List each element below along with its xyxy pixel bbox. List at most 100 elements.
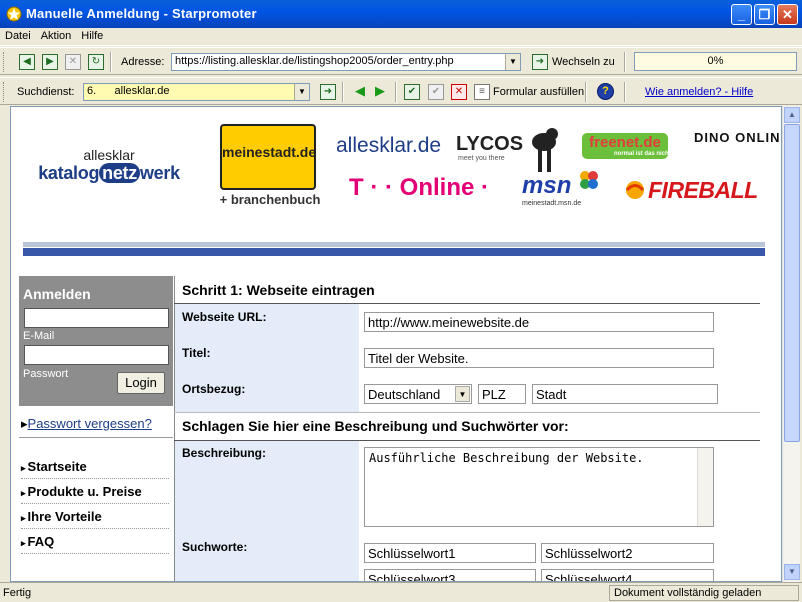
- back-icon[interactable]: ◀: [19, 54, 35, 70]
- title-label: Titel:: [182, 346, 211, 360]
- previous-arrow-icon[interactable]: ◀: [352, 84, 368, 100]
- web-content: allesklar katalog netz werk meinestadt.de …: [10, 106, 782, 582]
- window-title: Manuelle Anmeldung - Starpromoter: [26, 6, 257, 21]
- separator: [624, 52, 626, 72]
- email-input[interactable]: [24, 308, 169, 328]
- check-form-disabled-icon[interactable]: ✔: [428, 84, 444, 100]
- katalognetzwerk-logo[interactable]: allesklar katalog netz werk: [34, 147, 184, 184]
- menu-bar: Datei Aktion Hilfe: [0, 28, 802, 46]
- label-column: [175, 441, 359, 581]
- keyword-input-1[interactable]: Schlüsselwort1: [364, 543, 536, 563]
- nav-ihre-vorteile[interactable]: Ihre Vorteile: [21, 509, 169, 529]
- help-icon[interactable]: ?: [597, 83, 614, 100]
- next-arrow-icon[interactable]: ▶: [372, 84, 388, 100]
- description-textarea[interactable]: Ausführliche Beschreibung der Website.: [364, 447, 714, 527]
- entry-form: Schritt 1: Webseite eintragen Webseite U…: [174, 276, 760, 581]
- chevron-down-icon[interactable]: ▼: [455, 386, 470, 402]
- branchenbuch-label: + branchenbuch: [219, 192, 321, 207]
- scroll-up-icon[interactable]: ▲: [784, 107, 800, 123]
- nav-faq[interactable]: FAQ: [21, 534, 169, 554]
- app-star-icon: [6, 6, 22, 22]
- fireball-logo[interactable]: FIREBALL: [648, 177, 758, 204]
- separator: [110, 52, 112, 72]
- freenet-text: freenet.de: [589, 134, 661, 151]
- maximize-button[interactable]: ❐: [754, 4, 775, 25]
- address-value: https://listing.allesklar.de/listingshop…: [175, 55, 454, 67]
- switch-to-button[interactable]: Wechseln zu: [552, 56, 615, 68]
- katalog-text: katalog: [38, 163, 100, 183]
- separator: [395, 82, 397, 102]
- fill-form-icon[interactable]: ≡: [474, 84, 490, 100]
- netz-text: netz: [99, 163, 140, 183]
- address-label: Adresse:: [121, 56, 165, 68]
- menu-hilfe[interactable]: Hilfe: [76, 29, 108, 43]
- chevron-down-icon[interactable]: ▼: [505, 54, 520, 70]
- stop-icon[interactable]: ✕: [65, 54, 81, 70]
- separator: [585, 82, 587, 102]
- t-online-text: T · · Online ·: [349, 174, 489, 201]
- password-input[interactable]: [24, 345, 169, 365]
- nav-produkte-preise[interactable]: Produkte u. Preise: [21, 484, 169, 504]
- scroll-thumb[interactable]: [784, 124, 800, 442]
- login-button[interactable]: Login: [117, 372, 165, 394]
- plz-input[interactable]: PLZ: [478, 384, 526, 404]
- status-bar: Fertig Dokument vollständig geladen: [0, 582, 802, 602]
- lycos-dog-icon: [532, 128, 558, 172]
- refresh-icon[interactable]: ↻: [88, 54, 104, 70]
- keywords-label: Suchworte:: [182, 540, 248, 554]
- freenet-tagline: normal ist das nicht!: [614, 151, 673, 157]
- meinestadt-logo[interactable]: meinestadt.de: [220, 124, 316, 190]
- werk-text: werk: [139, 163, 180, 183]
- keyword-input-4[interactable]: Schlüsselwort4: [541, 569, 714, 581]
- clear-form-icon[interactable]: ✕: [451, 84, 467, 100]
- address-input[interactable]: https://listing.allesklar.de/listingshop…: [171, 53, 521, 71]
- msn-butterfly-icon: [580, 171, 598, 189]
- textarea-scrollbar[interactable]: [697, 448, 713, 526]
- lycos-logo[interactable]: LYCOS: [456, 133, 523, 156]
- dino-online-logo[interactable]: DINO ONLINE: [694, 131, 781, 144]
- search-service-select[interactable]: 6. allesklar.de ▼: [83, 83, 310, 101]
- menu-aktion[interactable]: Aktion: [36, 29, 77, 43]
- fill-form-button[interactable]: Formular ausfüllen: [493, 86, 584, 98]
- scroll-down-icon[interactable]: ▼: [784, 564, 800, 580]
- login-title: Anmelden: [23, 286, 91, 302]
- url-input[interactable]: http://www.meinewebsite.de: [364, 312, 714, 332]
- search-service-label: Suchdienst:: [17, 86, 75, 98]
- toolbar-grip[interactable]: [3, 52, 6, 72]
- minimize-button[interactable]: _: [731, 4, 752, 25]
- katalog-top-text: allesklar: [83, 147, 135, 163]
- title-bar: Manuelle Anmeldung - Starpromoter _ ❐ ✕: [0, 0, 802, 28]
- description-value: Ausführliche Beschreibung der Website.: [369, 451, 644, 465]
- go-arrow-icon[interactable]: ➜: [532, 54, 548, 70]
- title-input[interactable]: Titel der Website.: [364, 348, 714, 368]
- help-link[interactable]: Wie anmelden? - Hilfe: [645, 86, 753, 98]
- close-button[interactable]: ✕: [777, 4, 798, 25]
- divider: [19, 437, 173, 438]
- search-toolbar: Suchdienst: 6. allesklar.de ▼ ➜ ◀ ▶ ✔ ✔ …: [0, 77, 802, 105]
- header-divider: [23, 242, 765, 247]
- forward-icon[interactable]: ▶: [42, 54, 58, 70]
- city-input[interactable]: Stadt: [532, 384, 718, 404]
- toolbar-grip[interactable]: [3, 82, 6, 102]
- country-select[interactable]: Deutschland ▼: [364, 384, 472, 404]
- msn-logo[interactable]: msn: [522, 172, 571, 200]
- email-label: E-Mail: [23, 330, 55, 342]
- t-online-logo[interactable]: T · · Online ·: [349, 174, 489, 202]
- progress-indicator: 0%: [634, 52, 797, 71]
- location-label: Ortsbezug:: [182, 382, 246, 396]
- chevron-down-icon[interactable]: ▼: [294, 84, 309, 100]
- open-service-icon[interactable]: ➜: [320, 84, 336, 100]
- keyword-input-2[interactable]: Schlüsselwort2: [541, 543, 714, 563]
- separator: [342, 82, 344, 102]
- check-form-icon[interactable]: ✔: [404, 84, 420, 100]
- status-text: Fertig: [3, 587, 32, 599]
- vertical-scrollbar[interactable]: ▲ ▼: [782, 106, 800, 582]
- keyword-input-3[interactable]: Schlüsselwort3: [364, 569, 536, 581]
- menu-datei[interactable]: Datei: [0, 29, 36, 43]
- step2-heading: Schlagen Sie hier eine Beschreibung und …: [182, 418, 569, 434]
- forgot-password-link[interactable]: ▸Passwort vergessen?: [21, 416, 152, 432]
- meinestadt-text: meinestadt.de: [222, 144, 317, 160]
- nav-startseite[interactable]: Startseite: [21, 459, 169, 479]
- step1-heading: Schritt 1: Webseite eintragen: [182, 282, 375, 298]
- allesklar-logo[interactable]: allesklar.de: [336, 134, 441, 158]
